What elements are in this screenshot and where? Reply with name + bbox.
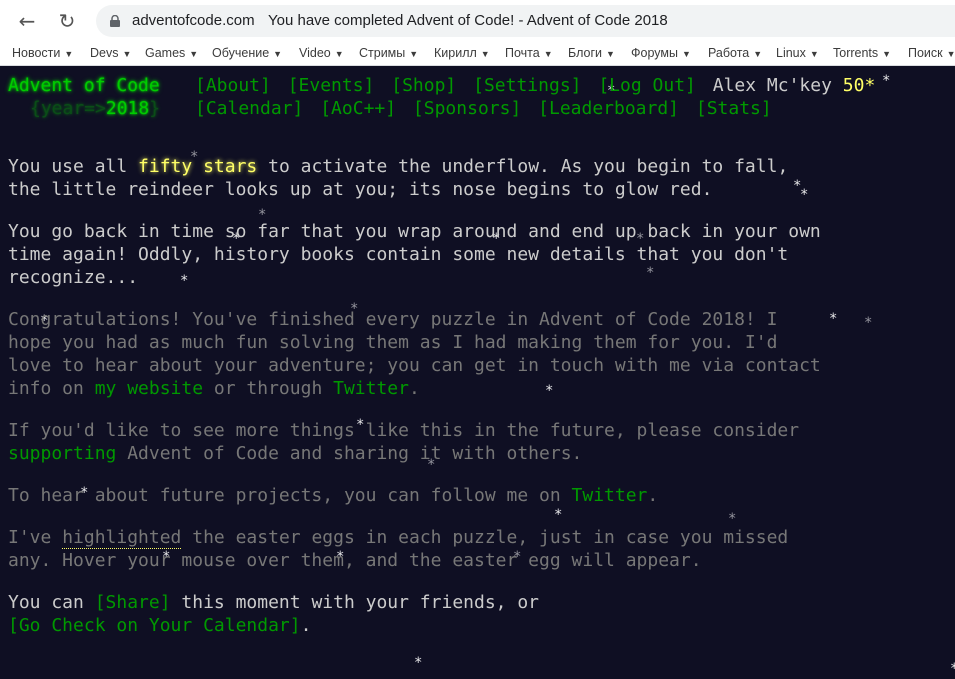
bookmark-folder[interactable]: Linux ▼	[776, 42, 819, 65]
nav-leaderboard[interactable]: [Leaderboard]	[538, 98, 679, 119]
nav-shop[interactable]: [Shop]	[391, 75, 456, 96]
caret-down-icon: ▼	[64, 49, 74, 59]
caret-down-icon: ▼	[409, 49, 419, 59]
bookmark-folder[interactable]: Обучение ▼	[212, 42, 283, 65]
caret-down-icon: ▼	[882, 49, 892, 59]
bookmark-folder[interactable]: Games ▼	[145, 42, 199, 65]
caret-down-icon: ▼	[809, 49, 819, 59]
caret-down-icon: ▼	[543, 49, 553, 59]
snowflake-icon: *	[950, 662, 955, 676]
supporting-link[interactable]: supporting	[8, 443, 116, 464]
sub-nav: [Calendar] [AoC++] [Sponsors] [Leaderboa…	[195, 97, 772, 120]
bookmark-folder[interactable]: Кирилл ▼	[434, 42, 490, 65]
calendar-link[interactable]: [Go Check on Your Calendar]	[8, 615, 301, 636]
caret-down-icon: ▼	[681, 49, 691, 59]
share-link[interactable]: [Share]	[95, 592, 171, 613]
bookmark-folder[interactable]: Форумы ▼	[631, 42, 691, 65]
nav-aocpp[interactable]: [AoC++]	[320, 98, 396, 119]
twitter-link[interactable]: Twitter	[333, 378, 409, 399]
reload-icon[interactable]: ↻	[54, 8, 80, 34]
nav-events[interactable]: [Events]	[288, 75, 375, 96]
bookmark-folder[interactable]: Devs ▼	[90, 42, 132, 65]
tab-title: You have completed Advent of Code! - Adv…	[268, 12, 668, 29]
fifty-stars-text: fifty stars	[138, 156, 258, 177]
bookmarks-bar: Новости ▼ Devs ▼ Games ▼ Обучение ▼ Video ▼ С…	[0, 42, 955, 66]
caret-down-icon: ▼	[753, 49, 763, 59]
caret-down-icon: ▼	[189, 49, 199, 59]
caret-down-icon: ▼	[946, 49, 955, 59]
nav-settings[interactable]: [Settings]	[473, 75, 581, 96]
page: ************************** Advent of Cod…	[0, 66, 955, 679]
bookmark-folder[interactable]: Почта ▼	[505, 42, 553, 65]
url-domain: adventofcode.com	[132, 12, 255, 29]
highlighted-easter-egg[interactable]: highlighted	[62, 527, 182, 549]
paragraph-underflow: You use all fifty stars to activate the …	[8, 156, 789, 200]
site-logo[interactable]: Advent of Code	[8, 74, 160, 97]
snowflake-icon: *	[882, 73, 891, 89]
lock-icon	[110, 15, 120, 27]
paragraph-congratulations: Congratulations! You've finished every p…	[8, 309, 821, 399]
caret-down-icon: ▼	[122, 49, 132, 59]
paragraph-easter-eggs: I've highlighted the easter eggs in each…	[8, 527, 789, 571]
bookmark-folder[interactable]: Поиск ▼	[908, 42, 955, 65]
nav-sponsors[interactable]: [Sponsors]	[413, 98, 521, 119]
address-bar[interactable]: adventofcode.com You have completed Adve…	[96, 5, 955, 37]
browser-toolbar: ← ↻ adventofcode.com You have completed …	[0, 0, 955, 42]
bookmark-folder[interactable]: Новости ▼	[12, 42, 74, 65]
bookmark-folder[interactable]: Блоги ▼	[568, 42, 615, 65]
bookmark-folder[interactable]: Video ▼	[299, 42, 344, 65]
back-arrow-icon[interactable]: ←	[14, 8, 40, 34]
twitter-follow-link[interactable]: Twitter	[572, 485, 648, 506]
user-name[interactable]: Alex Mc'key	[713, 75, 832, 96]
my-website-link[interactable]: my website	[95, 378, 203, 399]
paragraph-follow: To hear about future projects, you can f…	[8, 485, 659, 506]
caret-down-icon: ▼	[334, 49, 344, 59]
bookmark-folder[interactable]: Стримы ▼	[359, 42, 419, 65]
top-nav: [About] [Events] [Shop] [Settings] [Log …	[195, 74, 875, 97]
paragraph-time-travel: You go back in time so far that you wrap…	[8, 221, 821, 288]
nav-stats[interactable]: [Stats]	[696, 98, 772, 119]
bookmark-folder[interactable]: Torrents ▼	[833, 42, 892, 65]
star-count: 50*	[842, 75, 876, 96]
caret-down-icon: ▼	[273, 49, 283, 59]
caret-down-icon: ▼	[606, 49, 615, 59]
nav-calendar[interactable]: [Calendar]	[195, 98, 303, 119]
article: You use all fifty stars to activate the …	[8, 155, 948, 656]
year-badge[interactable]: {year=>2018}	[30, 97, 160, 120]
caret-down-icon: ▼	[480, 49, 490, 59]
snowflake-icon: *	[414, 655, 423, 671]
paragraph-support: If you'd like to see more things like th…	[8, 420, 800, 464]
nav-about[interactable]: [About]	[195, 75, 271, 96]
paragraph-share: You can [Share] this moment with your fr…	[8, 592, 540, 636]
bookmark-folder[interactable]: Работа ▼	[708, 42, 763, 65]
nav-logout[interactable]: [Log Out]	[598, 75, 696, 96]
